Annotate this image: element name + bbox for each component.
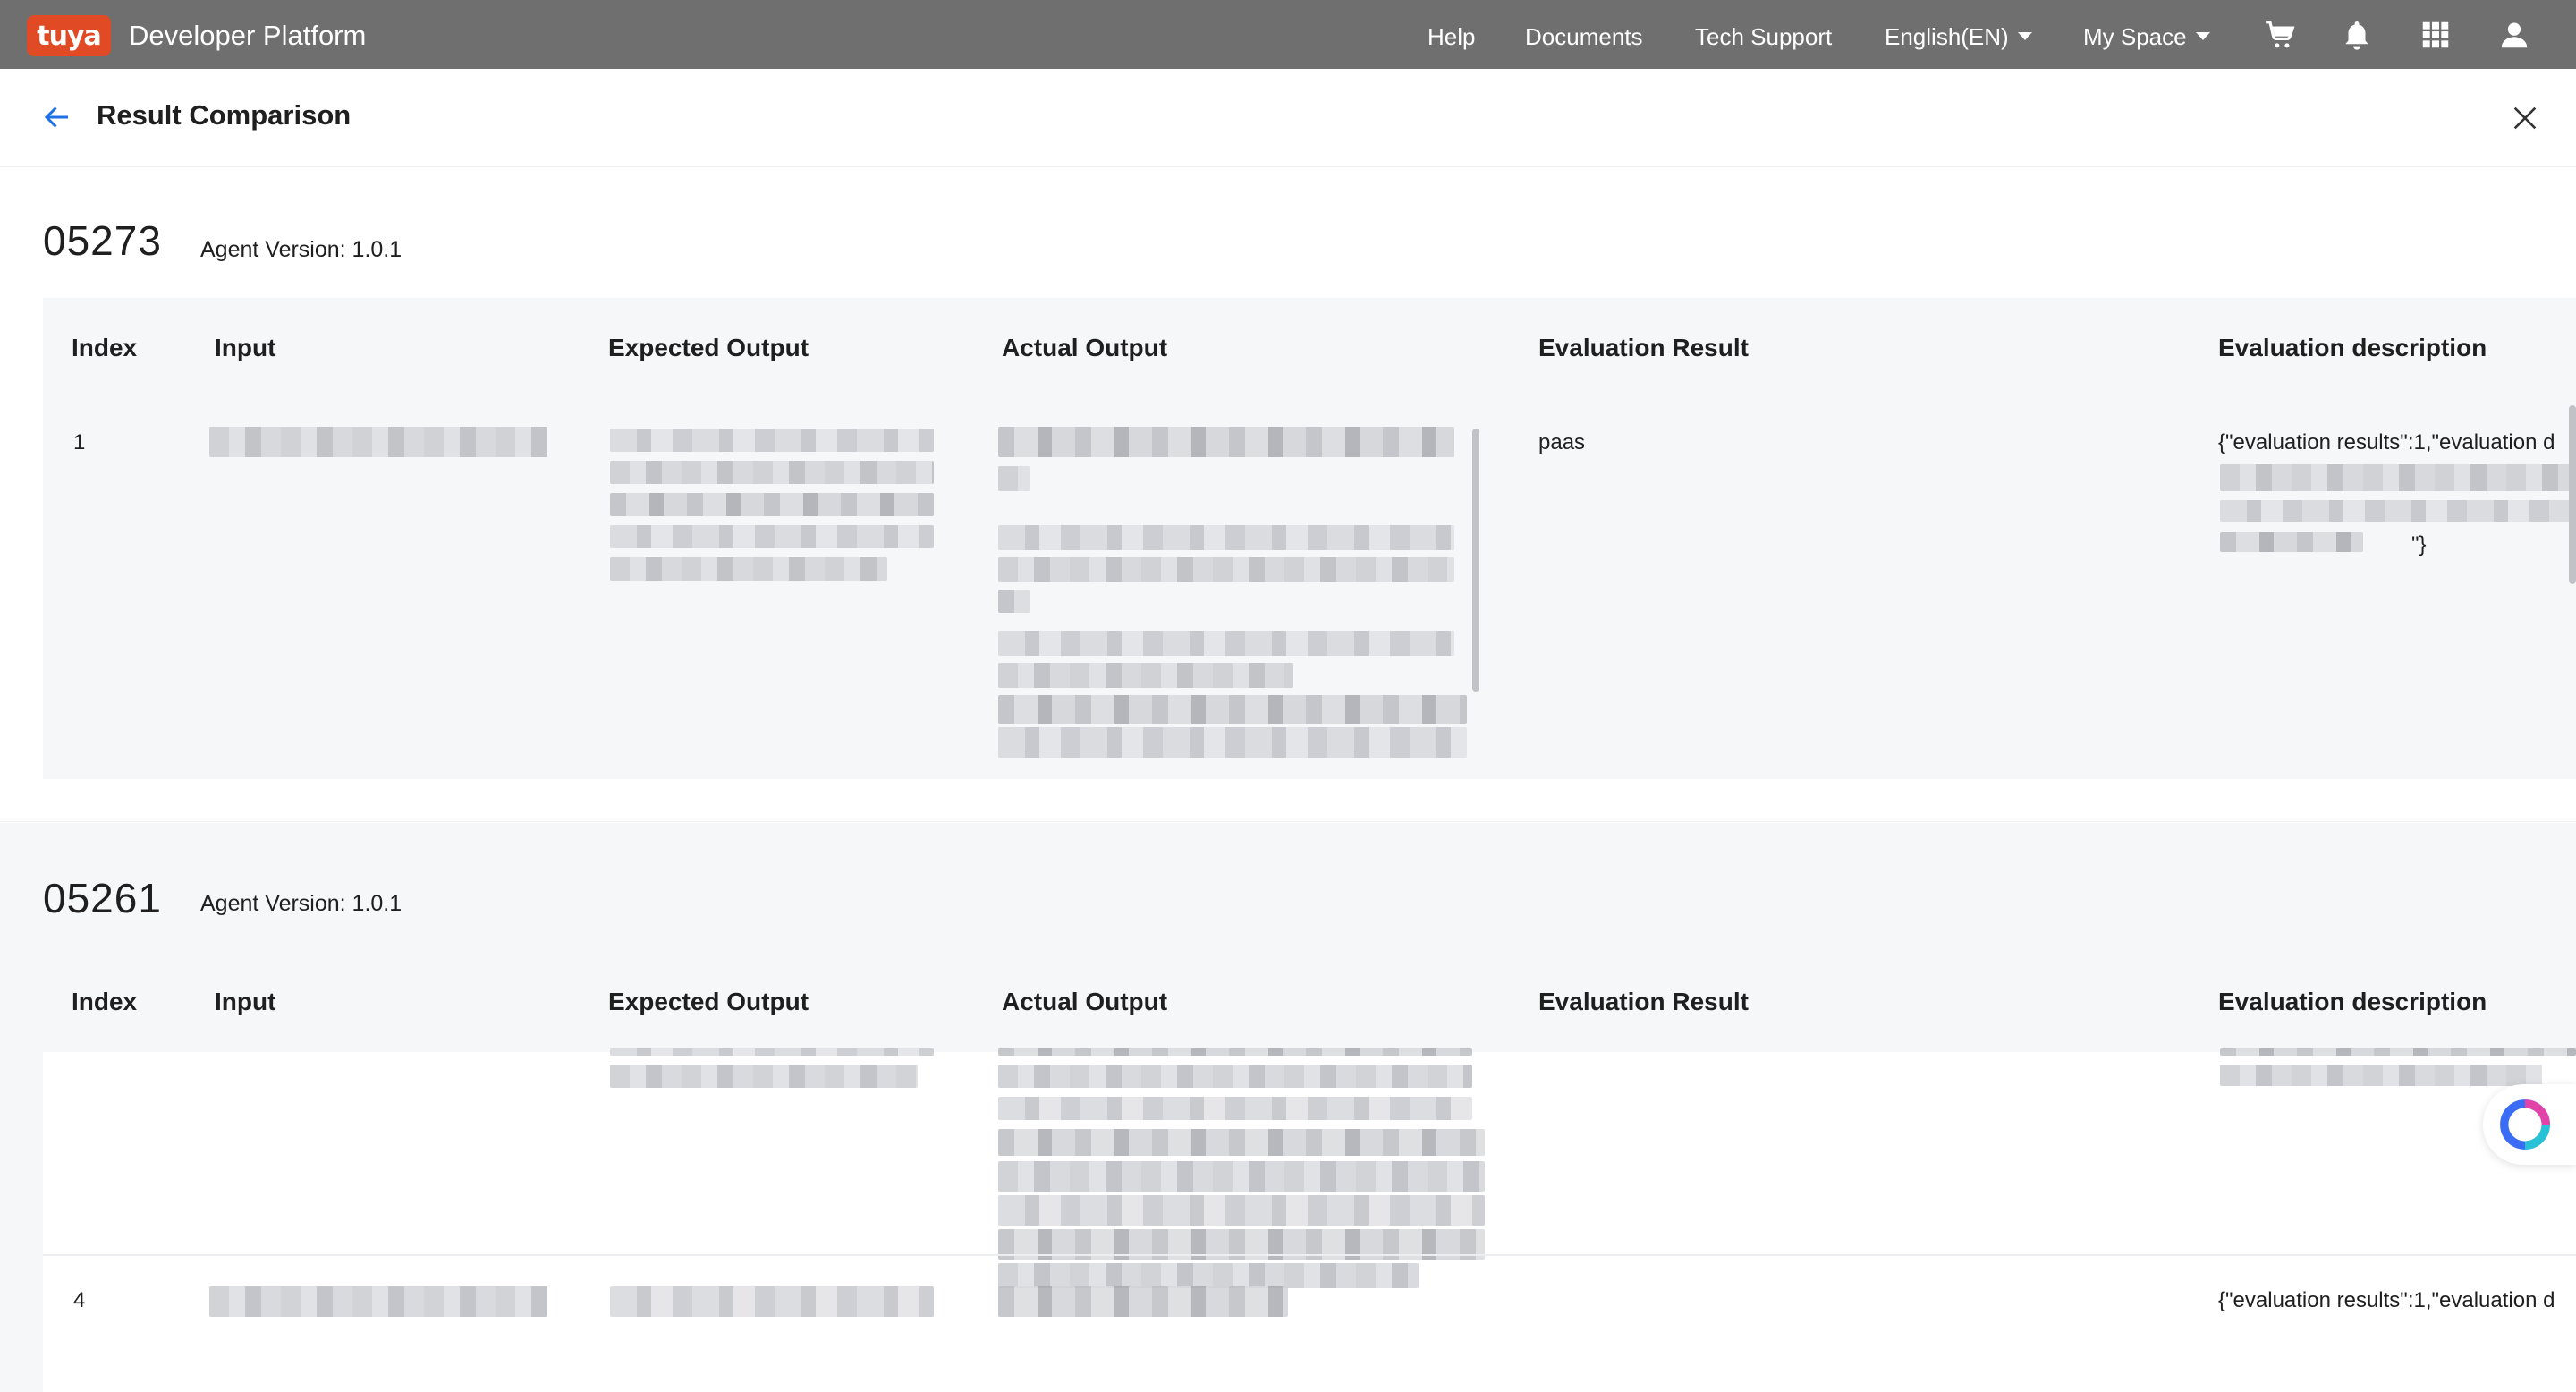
blurred-input xyxy=(209,427,547,457)
blurred-actual-output xyxy=(998,1097,1472,1120)
blurred-evaluation-description xyxy=(2220,532,2363,552)
top-navigation-bar: tuya Developer Platform Help Documents T… xyxy=(0,0,2576,69)
blurred-expected-output xyxy=(610,429,934,452)
column-header-index: Index xyxy=(72,334,138,361)
blurred-actual-output xyxy=(998,727,1467,758)
column-header-actual-output: Actual Output xyxy=(1002,334,1168,361)
my-space-label: My Space xyxy=(2083,23,2187,50)
evaluation-description-text: {"evaluation results":1,"evaluation d xyxy=(2218,430,2555,454)
blurred-actual-output xyxy=(998,1065,1472,1088)
chevron-down-icon xyxy=(2017,31,2032,40)
column-header-evaluation-description: Evaluation description xyxy=(2218,988,2487,1015)
blurred-actual-output xyxy=(998,466,1030,491)
blurred-actual-output xyxy=(998,1048,1472,1056)
brand-name[interactable]: Developer Platform xyxy=(129,20,366,52)
blurred-expected-output xyxy=(610,1065,918,1088)
ai-assistant-icon xyxy=(2500,1099,2550,1150)
blurred-actual-output xyxy=(998,631,1454,656)
bell-icon[interactable] xyxy=(2340,18,2374,52)
column-header-input: Input xyxy=(215,988,276,1015)
section-id: 05261 xyxy=(43,875,162,921)
blurred-evaluation-description xyxy=(2220,1065,2542,1086)
blurred-actual-output xyxy=(998,1161,1485,1192)
user-avatar-icon[interactable] xyxy=(2497,18,2531,52)
blurred-actual-output xyxy=(998,663,1293,688)
blurred-input xyxy=(209,1286,547,1317)
blurred-expected-output xyxy=(610,461,934,484)
blurred-actual-output xyxy=(998,1195,1485,1226)
column-header-actual-output: Actual Output xyxy=(1002,988,1168,1015)
result-table: Index Input Expected Output Actual Outpu… xyxy=(43,298,2576,779)
blurred-actual-output xyxy=(998,557,1454,582)
row-index: 1 xyxy=(73,430,86,454)
tuya-logo[interactable]: tuya xyxy=(27,15,111,56)
nav-documents[interactable]: Documents xyxy=(1525,23,1643,51)
apps-grid-icon[interactable] xyxy=(2419,18,2453,52)
column-header-input: Input xyxy=(215,334,276,361)
blurred-expected-output xyxy=(610,525,934,548)
column-header-evaluation-description: Evaluation description xyxy=(2218,334,2487,361)
blurred-actual-output xyxy=(998,1129,1485,1156)
page-header: Result Comparison xyxy=(0,69,2576,167)
agent-version: Agent Version: 1.0.1 xyxy=(200,891,402,916)
evaluation-description-end: "} xyxy=(2411,532,2427,556)
blurred-expected-output xyxy=(610,493,934,516)
column-header-evaluation-result: Evaluation Result xyxy=(1538,334,1749,361)
blurred-actual-output xyxy=(998,1263,1419,1288)
cart-icon[interactable] xyxy=(2263,18,2297,52)
section-divider xyxy=(0,821,2576,822)
column-header-index: Index xyxy=(72,988,138,1015)
row-separator xyxy=(43,1254,2576,1256)
blurred-expected-output xyxy=(610,1286,934,1317)
back-arrow-icon[interactable] xyxy=(39,101,75,133)
description-scrollbar[interactable] xyxy=(2569,405,2576,584)
result-section: 05273 Agent Version: 1.0.1 Index Input E… xyxy=(0,167,2576,820)
language-label: English(EN) xyxy=(1885,23,2009,50)
actual-output-scrollbar[interactable] xyxy=(1472,429,1479,692)
chevron-down-icon xyxy=(2195,31,2210,40)
blurred-expected-output xyxy=(610,1048,934,1056)
blurred-actual-output xyxy=(998,695,1467,724)
section-id: 05273 xyxy=(43,217,162,264)
language-selector[interactable]: English(EN) xyxy=(1885,23,2032,51)
table-body: 4 {"evaluation results":1,"evaluation d xyxy=(43,1048,2576,1392)
my-space-menu[interactable]: My Space xyxy=(2083,23,2210,51)
ai-assistant-button[interactable] xyxy=(2483,1084,2576,1165)
nav-help[interactable]: Help xyxy=(1428,23,1475,51)
column-header-evaluation-result: Evaluation Result xyxy=(1538,988,1749,1015)
column-header-expected-output: Expected Output xyxy=(608,988,809,1015)
close-icon[interactable] xyxy=(2510,103,2540,133)
logo-text: tuya xyxy=(37,20,101,52)
page-title: Result Comparison xyxy=(97,99,352,131)
blurred-evaluation-description xyxy=(2220,1048,2576,1056)
evaluation-description-text: {"evaluation results":1,"evaluation d xyxy=(2218,1288,2555,1312)
blurred-actual-output xyxy=(998,590,1030,613)
blurred-actual-output xyxy=(998,525,1454,550)
blurred-evaluation-description xyxy=(2220,464,2576,491)
evaluation-result-value: paas xyxy=(1538,430,1586,454)
blurred-actual-output xyxy=(998,427,1454,457)
blurred-evaluation-description xyxy=(2220,500,2576,522)
column-header-expected-output: Expected Output xyxy=(608,334,809,361)
agent-version: Agent Version: 1.0.1 xyxy=(200,237,402,262)
blurred-actual-output xyxy=(998,1286,1288,1317)
blurred-expected-output xyxy=(610,557,887,581)
nav-tech-support[interactable]: Tech Support xyxy=(1695,23,1832,51)
row-index: 4 xyxy=(73,1288,86,1312)
result-section: 05261 Agent Version: 1.0.1 Index Input E… xyxy=(0,823,2576,1392)
